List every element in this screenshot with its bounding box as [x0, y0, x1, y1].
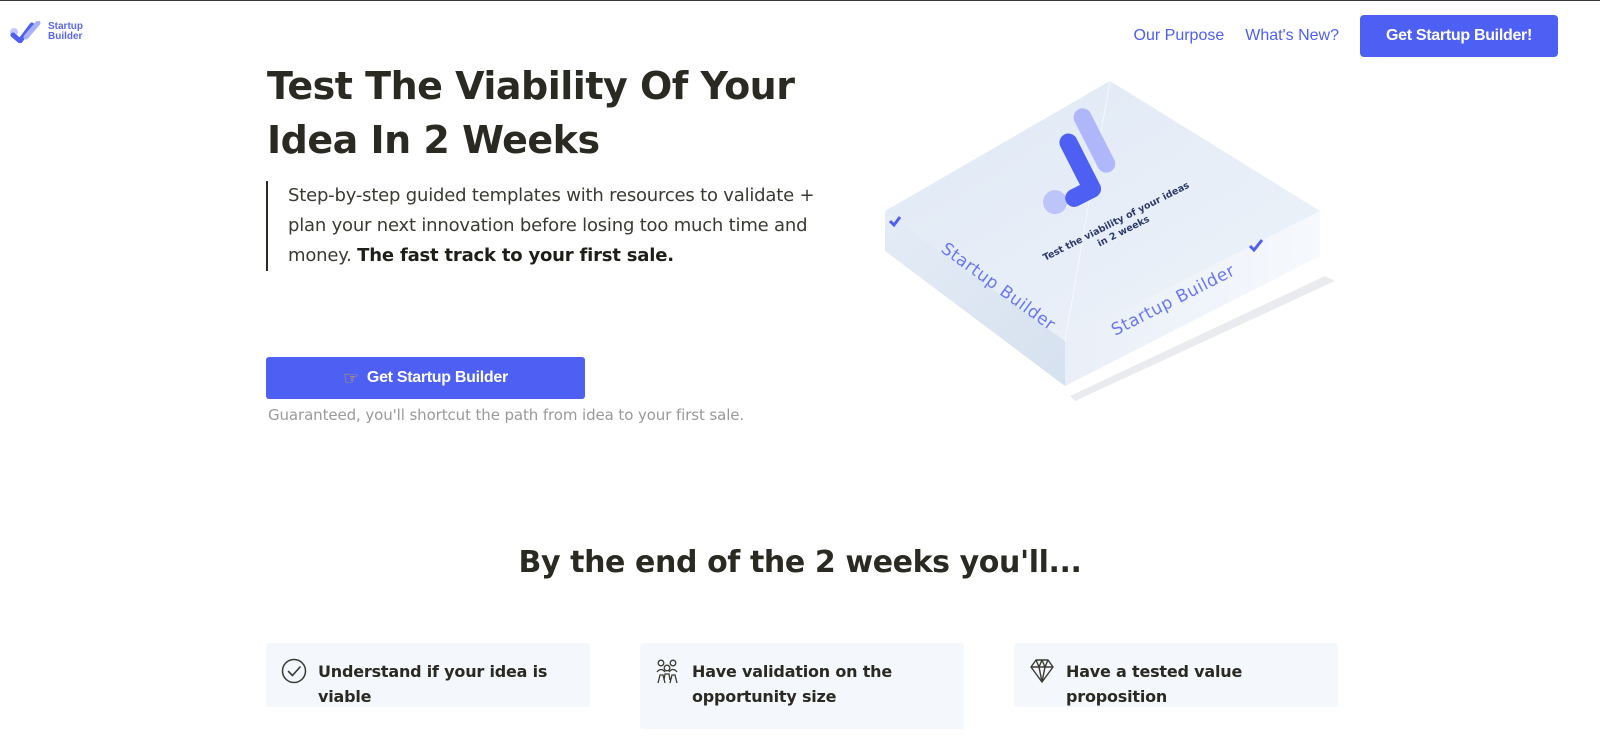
pointing-hand-icon: ☞	[343, 367, 359, 389]
hero-subtitle-bold: The fast track to your first sale.	[357, 245, 674, 266]
outcome-card-value-prop: Have a tested value proposition	[1014, 643, 1338, 707]
hero-guarantee-note: Guaranteed, you'll shortcut the path fro…	[268, 406, 745, 424]
logo-icon	[10, 21, 41, 43]
hero-subtitle: Step-by-step guided templates with resou…	[266, 181, 833, 271]
diamond-icon	[1030, 659, 1054, 683]
product-box-image: Test the viability of your ideas in 2 we…	[885, 80, 1335, 401]
people-group-icon	[656, 659, 678, 684]
header-get-startup-builder-button[interactable]: Get Startup Builder!	[1360, 15, 1558, 57]
outcome-text: Understand if your idea is viable	[318, 662, 548, 706]
check-circle-icon	[281, 658, 307, 684]
logo-text: Startup Builder	[48, 21, 83, 42]
top-nav: Our Purpose What's New? Get Startup Buil…	[1134, 15, 1558, 57]
hero-title: Test The Viability Of Your Idea In 2 Wee…	[267, 64, 795, 162]
hero-get-startup-builder-button[interactable]: ☞ Get Startup Builder	[266, 357, 585, 399]
outcomes-title: By the end of the 2 weeks you'll...	[518, 545, 1082, 580]
hero-cta-label: Get Startup Builder	[366, 369, 508, 386]
nav-whats-new[interactable]: What's New?	[1245, 27, 1339, 45]
landing-page: Startup Builder Our Purpose What's New? …	[0, 0, 1600, 752]
outcome-text: Have a tested value proposition	[1066, 662, 1243, 706]
logo[interactable]: Startup Builder	[8, 21, 88, 43]
outcome-card-opportunity: Have validation on the opportunity size	[640, 643, 964, 729]
outcome-text: Have validation on the opportunity size	[692, 662, 893, 706]
box-top-face	[885, 81, 1320, 341]
nav-our-purpose[interactable]: Our Purpose	[1134, 27, 1225, 45]
outcome-card-viable: Understand if your idea is viable	[266, 643, 590, 707]
